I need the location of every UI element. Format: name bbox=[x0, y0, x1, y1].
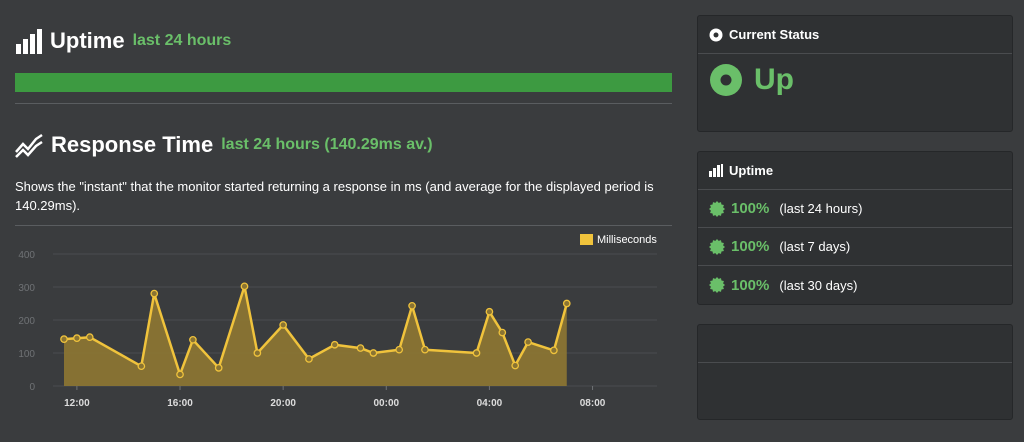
data-point bbox=[369, 349, 378, 357]
data-point bbox=[524, 338, 532, 346]
data-point bbox=[305, 355, 313, 363]
response-time-chart: 0 100 200 300 400 12:00 16:00 20:00 00:00 04:00 08… bbox=[18, 234, 657, 409]
response-time-heading: Response Time last 24 hours (140.29ms av… bbox=[15, 132, 433, 158]
status-value: Up bbox=[754, 63, 794, 96]
data-point bbox=[150, 289, 159, 298]
x-tick-label: 12:00 bbox=[64, 398, 90, 409]
data-point bbox=[330, 340, 339, 349]
data-point bbox=[356, 344, 365, 352]
x-tick-label: 16:00 bbox=[167, 398, 193, 409]
y-tick-label: 300 bbox=[18, 283, 35, 294]
y-tick-label: 0 bbox=[29, 382, 35, 393]
data-point bbox=[279, 321, 288, 329]
y-tick-label: 400 bbox=[18, 250, 35, 261]
line-chart-icon bbox=[15, 133, 43, 158]
x-tick-label: 00:00 bbox=[373, 398, 399, 409]
uptime-period: (last 24 hours) bbox=[779, 201, 863, 216]
response-time-title: Response Time bbox=[51, 132, 214, 157]
x-tick-label: 08:00 bbox=[580, 398, 606, 409]
data-point bbox=[240, 282, 249, 291]
legend-swatch bbox=[580, 234, 593, 245]
x-tick-label: 20:00 bbox=[270, 398, 296, 409]
data-point bbox=[73, 334, 81, 343]
uptime-heading: Uptime last 24 hours bbox=[15, 28, 231, 54]
current-status-panel: Current Status Up bbox=[697, 15, 1013, 132]
uptime-row: 100% (last 24 hours) bbox=[698, 190, 1012, 228]
data-point bbox=[395, 345, 404, 354]
bar-chart-icon bbox=[16, 28, 42, 54]
series-area bbox=[64, 286, 567, 386]
data-point bbox=[550, 346, 558, 355]
status-up-icon bbox=[710, 64, 742, 96]
y-tick-label: 200 bbox=[18, 316, 35, 327]
uptime-percent: 100% bbox=[731, 276, 770, 294]
empty-panel bbox=[697, 324, 1013, 420]
data-point bbox=[562, 299, 571, 308]
uptime-panel-header: Uptime bbox=[698, 152, 1012, 190]
uptime-panel: Uptime 100% (last 24 hours) 100% (last 7… bbox=[697, 151, 1013, 305]
bar-chart-icon bbox=[709, 164, 723, 177]
uptime-panel-title: Uptime bbox=[729, 163, 774, 178]
empty-panel-header bbox=[698, 325, 1012, 363]
divider bbox=[15, 103, 672, 104]
current-status-body: Up bbox=[698, 54, 1012, 106]
data-point bbox=[253, 349, 262, 357]
current-status-title: Current Status bbox=[729, 27, 820, 42]
data-point bbox=[498, 328, 507, 337]
main-content: Uptime last 24 hours Response Time last … bbox=[15, 0, 672, 442]
uptime-row: 100% (last 7 days) bbox=[698, 228, 1012, 266]
data-point bbox=[472, 349, 481, 357]
uptime-row: 100% (last 30 days) bbox=[698, 266, 1012, 304]
badge-check-icon bbox=[709, 238, 725, 255]
data-point bbox=[421, 345, 429, 354]
uptime-title: Uptime bbox=[50, 28, 125, 53]
uptime-subtitle: last 24 hours bbox=[132, 32, 232, 49]
data-point bbox=[137, 362, 146, 371]
uptime-percent: 100% bbox=[731, 200, 770, 217]
uptime-period: (last 30 days) bbox=[779, 277, 858, 293]
divider bbox=[15, 225, 672, 226]
current-status-header: Current Status bbox=[698, 16, 1012, 54]
status-dot-icon bbox=[709, 28, 723, 41]
y-tick-label: 100 bbox=[18, 349, 35, 360]
uptime-bar bbox=[15, 73, 672, 92]
badge-check-icon bbox=[709, 277, 725, 293]
data-point bbox=[511, 361, 520, 370]
data-point bbox=[85, 333, 94, 342]
data-point bbox=[214, 364, 223, 372]
uptime-percent: 100% bbox=[731, 238, 770, 255]
data-point bbox=[485, 307, 494, 316]
response-time-subtitle: last 24 hours (140.29ms av.) bbox=[221, 136, 433, 153]
data-point bbox=[176, 370, 184, 379]
response-time-description: Shows the "instant" that the monitor sta… bbox=[15, 179, 654, 213]
uptime-period: (last 7 days) bbox=[779, 239, 851, 254]
legend-label: Milliseconds bbox=[597, 234, 657, 246]
data-point bbox=[60, 335, 68, 343]
badge-check-icon bbox=[709, 200, 725, 217]
data-point bbox=[189, 335, 197, 344]
data-point bbox=[408, 301, 416, 310]
x-tick-label: 04:00 bbox=[477, 398, 503, 409]
